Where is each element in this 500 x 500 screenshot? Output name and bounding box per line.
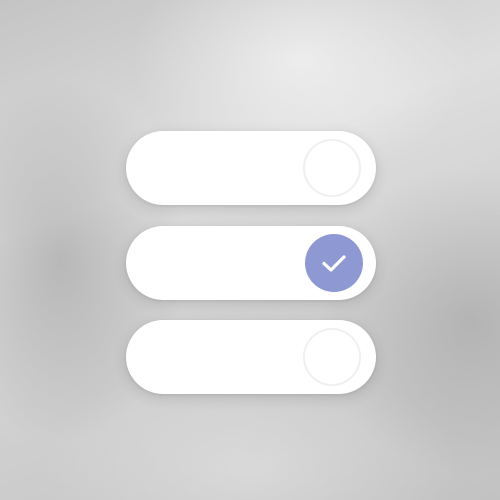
toggle-knob-2[interactable]	[305, 234, 363, 292]
toggle-label-1	[126, 131, 127, 132]
toggle-label-3	[126, 320, 127, 321]
toggle-switch-2[interactable]	[126, 226, 376, 300]
toggle-list	[126, 131, 376, 395]
toggle-label-2	[126, 226, 127, 227]
toggle-switch-3[interactable]	[126, 320, 376, 394]
toggle-knob-3[interactable]	[303, 328, 361, 386]
toggle-knob-1[interactable]	[303, 139, 361, 197]
check-icon	[322, 255, 346, 272]
toggle-switch-1[interactable]	[126, 131, 376, 205]
